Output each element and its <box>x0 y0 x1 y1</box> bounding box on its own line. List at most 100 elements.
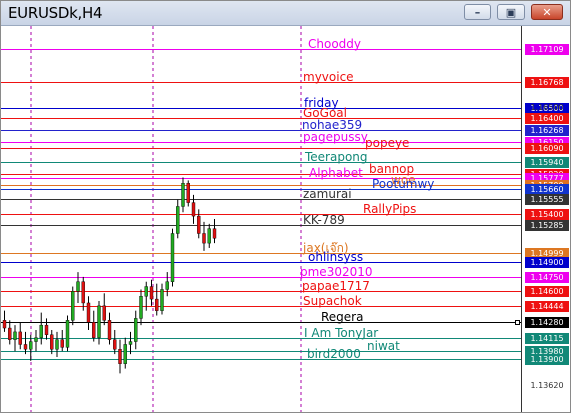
candle[interactable] <box>92 310 96 342</box>
candle[interactable] <box>134 310 138 350</box>
candle-body <box>128 341 133 345</box>
price-label: 1.16090 <box>525 142 569 154</box>
price-axis[interactable]: 1.171091.167681.165001.164001.162681.161… <box>521 26 570 412</box>
candle[interactable] <box>102 293 106 326</box>
candle-body <box>197 215 201 234</box>
candle[interactable] <box>60 329 64 352</box>
candle[interactable] <box>13 325 17 352</box>
price-label: 1.13900 <box>525 353 569 365</box>
candle-body <box>107 320 112 340</box>
candle[interactable] <box>160 283 164 315</box>
candle[interactable] <box>165 272 169 297</box>
minimize-icon: – <box>474 5 481 19</box>
candle[interactable] <box>65 315 70 352</box>
candle[interactable] <box>44 318 49 340</box>
candle[interactable] <box>71 286 75 326</box>
level-line-name: Supachok <box>303 293 362 308</box>
candle[interactable] <box>170 228 175 287</box>
candle-body <box>118 349 122 364</box>
price-label: 1.14280 <box>525 316 569 328</box>
candle[interactable] <box>202 221 206 251</box>
candle-body <box>202 233 206 244</box>
minimize-button[interactable]: – <box>464 4 491 20</box>
candle-body <box>92 322 96 338</box>
chart-area[interactable]: Chooddy myvoice friday GoGoal nohae359 pagepu… <box>1 26 521 412</box>
candle[interactable] <box>50 329 54 355</box>
level-line-name: Teerapong <box>305 149 368 164</box>
level-line-name: KK-789 <box>303 212 345 227</box>
level-line-name: Regera <box>321 309 364 324</box>
candle[interactable] <box>23 331 28 355</box>
candle[interactable] <box>55 331 59 357</box>
candle[interactable] <box>181 177 185 213</box>
candle-body <box>2 320 7 329</box>
candle-body <box>34 337 38 342</box>
candle[interactable] <box>176 199 180 239</box>
candle[interactable] <box>212 219 217 244</box>
candle[interactable] <box>97 301 101 345</box>
candle[interactable] <box>18 322 22 350</box>
close-button[interactable]: ✕ <box>531 4 563 20</box>
candle[interactable] <box>123 337 127 369</box>
price-label: 1.14750 <box>525 271 569 283</box>
candle-body <box>149 286 154 300</box>
level-line-name: I Am TonyJar <box>304 325 379 340</box>
candle[interactable] <box>39 312 43 345</box>
axis-marker[interactable] <box>515 320 520 325</box>
candle[interactable] <box>207 223 211 248</box>
candle-body <box>23 344 28 350</box>
candle-body <box>18 331 22 345</box>
level-line-name: Chooddy <box>308 36 362 51</box>
candle-body <box>65 320 70 348</box>
candle[interactable] <box>2 310 7 332</box>
candle[interactable] <box>86 296 91 330</box>
candle[interactable] <box>8 320 12 345</box>
chart-window[interactable]: EURUSDk,H4 – ▣ ✕ Chooddy myvoice friday GoG… <box>0 0 571 413</box>
candle[interactable] <box>76 272 80 303</box>
candle[interactable] <box>128 331 133 355</box>
level-line-name: bird2000 <box>307 346 361 361</box>
candle-body <box>81 281 85 304</box>
candle-body <box>170 233 175 282</box>
candle-body <box>144 286 148 297</box>
level-line-name: myvoice <box>303 69 354 84</box>
level-line-name: zamurai <box>303 186 352 201</box>
close-icon: ✕ <box>542 5 552 19</box>
candle[interactable] <box>155 283 159 316</box>
level-line-name: RallyPips <box>363 201 417 216</box>
candle[interactable] <box>149 279 154 306</box>
candle[interactable] <box>139 289 143 326</box>
candle-body <box>39 324 43 338</box>
candle-body <box>212 228 217 239</box>
candle-body <box>60 339 64 348</box>
price-label: 1.15400 <box>525 208 569 220</box>
candle-body <box>165 281 169 290</box>
candle-body <box>160 289 164 311</box>
price-tick-label: 1.13620 <box>530 381 564 390</box>
level-line-name: Alphabet <box>309 165 363 180</box>
restore-icon: ▣ <box>505 5 517 19</box>
candle-body <box>113 339 117 350</box>
price-chart[interactable] <box>1 26 521 412</box>
candle-body <box>97 305 101 338</box>
price-label: 1.14900 <box>525 256 569 268</box>
candle-body <box>155 298 159 311</box>
candle-body <box>76 281 80 292</box>
price-label: 1.15555 <box>525 193 569 205</box>
candle-body <box>102 305 106 321</box>
title-bar[interactable]: EURUSDk,H4 – ▣ ✕ <box>1 1 570 26</box>
candle[interactable] <box>186 180 190 207</box>
candle[interactable] <box>107 312 112 345</box>
level-line-name: pme302010 <box>300 264 373 279</box>
candle[interactable] <box>81 276 85 311</box>
candle[interactable] <box>197 209 201 239</box>
candle-body <box>123 344 127 364</box>
price-label: 1.15940 <box>525 156 569 168</box>
candle-body <box>44 324 49 335</box>
candle[interactable] <box>113 329 117 355</box>
price-label: 1.14444 <box>525 300 569 312</box>
candle[interactable] <box>118 339 122 374</box>
restore-button[interactable]: ▣ <box>497 4 525 20</box>
candle-body <box>55 339 59 350</box>
candle[interactable] <box>34 329 38 352</box>
